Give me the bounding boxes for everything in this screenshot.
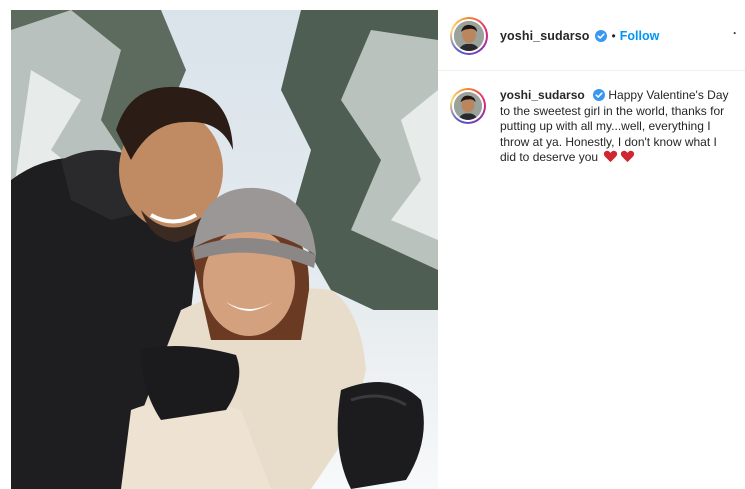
avatar[interactable] (450, 17, 488, 55)
verified-badge-icon (594, 30, 607, 42)
caption-avatar[interactable] (450, 88, 486, 124)
avatar-border (452, 19, 486, 53)
post-photo-image (11, 10, 438, 489)
caption-avatar-image (454, 92, 482, 120)
post-header: yoshi_sudarso • Follow · (438, 10, 745, 62)
heart-icon (621, 150, 635, 163)
caption-verified-badge-icon (593, 89, 606, 101)
caption-body: yoshi_sudarso Happy Valentine's Day to t… (500, 88, 730, 166)
more-options-icon[interactable]: · (733, 26, 737, 40)
heart-icon (604, 150, 618, 163)
instagram-post: yoshi_sudarso • Follow · yoshi_sudarso H… (0, 0, 745, 489)
caption-username[interactable]: yoshi_sudarso (500, 88, 585, 102)
avatar-image (454, 21, 484, 51)
header-divider (438, 70, 745, 71)
header-separator: • (611, 29, 616, 43)
header-username[interactable]: yoshi_sudarso (500, 29, 590, 43)
post-caption: yoshi_sudarso Happy Valentine's Day to t… (450, 88, 740, 166)
post-side-panel: yoshi_sudarso • Follow · yoshi_sudarso H… (438, 0, 745, 489)
caption-avatar-border (452, 90, 484, 122)
follow-button[interactable]: Follow (620, 29, 660, 43)
post-photo[interactable] (11, 10, 438, 489)
